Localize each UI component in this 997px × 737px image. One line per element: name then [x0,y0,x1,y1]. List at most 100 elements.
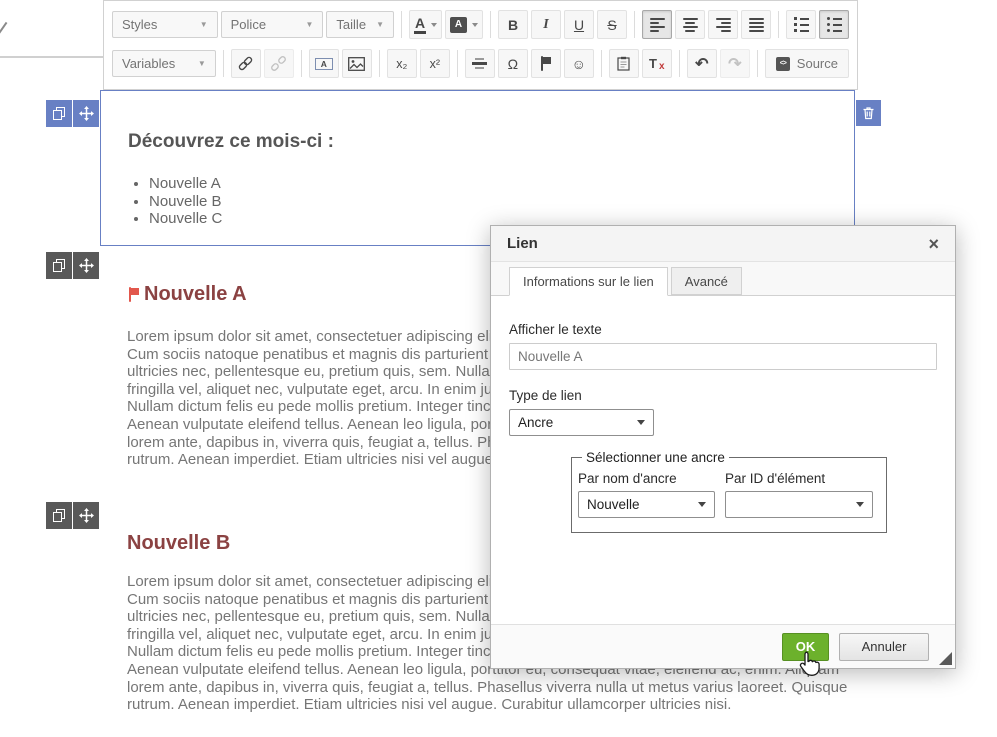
align-center-button[interactable] [675,10,705,39]
delete-widget-button[interactable] [856,100,881,126]
move-widget-handle[interactable] [73,252,99,279]
remove-format-button[interactable]: Tx [642,49,672,78]
omega-icon: Ω [508,56,518,72]
copy-widget-button[interactable] [46,502,72,529]
unlink-button[interactable] [264,49,294,78]
background-color-icon: A [450,17,467,33]
trash-icon [862,106,875,120]
image-button[interactable] [342,49,372,78]
copy-widget-button[interactable] [46,100,72,127]
chevron-down-icon: ▼ [200,20,208,29]
horizontal-rule-button[interactable] [465,49,495,78]
anchor-by-name-select[interactable]: Nouvelle [578,491,715,518]
tab-advanced[interactable]: Avancé [671,267,742,295]
move-widget-handle[interactable] [73,100,99,127]
variables-combo-label: Variables [122,56,175,71]
bulleted-list-button[interactable] [819,10,849,39]
list-item[interactable]: Nouvelle A [149,175,854,193]
toolbar-separator [679,50,680,77]
superscript-icon: x² [430,57,440,71]
superscript-button[interactable]: x² [420,49,450,78]
resize-handle[interactable] [939,652,952,665]
anchor-by-id-label: Par ID d'élément [725,471,873,486]
underline-button[interactable]: U [564,10,594,39]
widget-handles-toc [46,100,99,127]
mouse-cursor-icon [797,650,821,683]
source-button[interactable]: <> Source [765,49,849,78]
anchor-marker-icon [127,287,141,303]
align-right-button[interactable] [708,10,738,39]
anchor-by-id-select[interactable] [725,491,873,518]
anchor-by-name-field: Par nom d'ancre Nouvelle [578,471,715,518]
chevron-down-icon: ▼ [376,20,384,29]
bold-button[interactable]: B [498,10,528,39]
strikethrough-icon: S [607,17,616,33]
background-color-button[interactable]: A [445,10,483,39]
display-text-label: Afficher le texte [509,322,937,337]
font-combo-label: Police [231,17,266,32]
numbered-list-button[interactable] [786,10,816,39]
text-color-icon: A [414,16,426,34]
size-combo[interactable]: Taille ▼ [326,11,394,38]
bold-icon: B [508,17,518,33]
styles-combo[interactable]: Styles ▼ [112,11,218,38]
source-icon: <> [776,57,790,71]
copy-widget-button[interactable] [46,252,72,279]
italic-button[interactable]: I [531,10,561,39]
remove-format-icon: T [649,56,657,71]
text-field-button[interactable]: A [309,49,339,78]
paste-icon [617,56,630,71]
link-icon [237,55,254,72]
toolbar-separator [634,11,635,38]
tab-link-info[interactable]: Informations sur le lien [509,267,668,296]
toolbar-separator [401,11,402,38]
subscript-icon: x₂ [396,57,407,71]
source-button-label: Source [797,56,838,71]
select-caret-icon [856,502,864,507]
special-character-button[interactable]: Ω [498,49,528,78]
undo-button[interactable]: ↶ [687,49,717,78]
smiley-icon: ☺ [572,56,586,72]
redo-button[interactable]: ↷ [720,49,750,78]
variables-combo[interactable]: Variables ▼ [112,50,216,77]
link-button[interactable] [231,49,261,78]
strikethrough-button[interactable]: S [597,10,627,39]
underline-icon: U [574,17,584,33]
justify-button[interactable] [741,10,771,39]
article-heading: Nouvelle A [144,283,247,306]
toolbar-separator [301,50,302,77]
cancel-button[interactable]: Annuler [839,633,929,661]
widget-handles-article-b [46,502,99,529]
copy-icon [53,107,65,120]
display-text-input[interactable] [509,343,937,370]
align-right-icon [716,18,731,32]
text-color-button[interactable]: A [409,10,442,39]
widget-handles-article-a [46,252,99,279]
move-icon [79,106,94,121]
subscript-button[interactable]: x₂ [387,49,417,78]
paste-button[interactable] [609,49,639,78]
link-type-value: Ancre [518,415,553,430]
toolbar-separator [457,50,458,77]
close-icon: × [928,234,939,254]
chevron-down-icon: ▼ [198,59,206,68]
unlink-icon [270,55,287,72]
move-widget-handle[interactable] [73,502,99,529]
list-item[interactable]: Nouvelle B [149,193,854,211]
copy-icon [53,509,65,522]
selected-widget-block[interactable]: Découvrez ce mois-ci : Nouvelle A Nouvel… [100,90,855,246]
toolbar-separator [601,50,602,77]
smiley-button[interactable]: ☺ [564,49,594,78]
anchor-fields-row: Par nom d'ancre Nouvelle Par ID d'élémen… [578,471,880,518]
font-combo[interactable]: Police ▼ [221,11,324,38]
anchor-by-name-label: Par nom d'ancre [578,471,715,486]
close-button[interactable]: × [928,235,939,253]
dialog-body: Afficher le texte Type de lien Ancre Sél… [491,296,955,533]
dialog-titlebar[interactable]: Lien × [491,226,955,262]
toolbar-separator [490,11,491,38]
italic-icon: I [543,17,548,33]
link-type-select[interactable]: Ancre [509,409,654,436]
align-left-button[interactable] [642,10,672,39]
justify-icon [749,18,764,32]
anchor-button[interactable] [531,49,561,78]
